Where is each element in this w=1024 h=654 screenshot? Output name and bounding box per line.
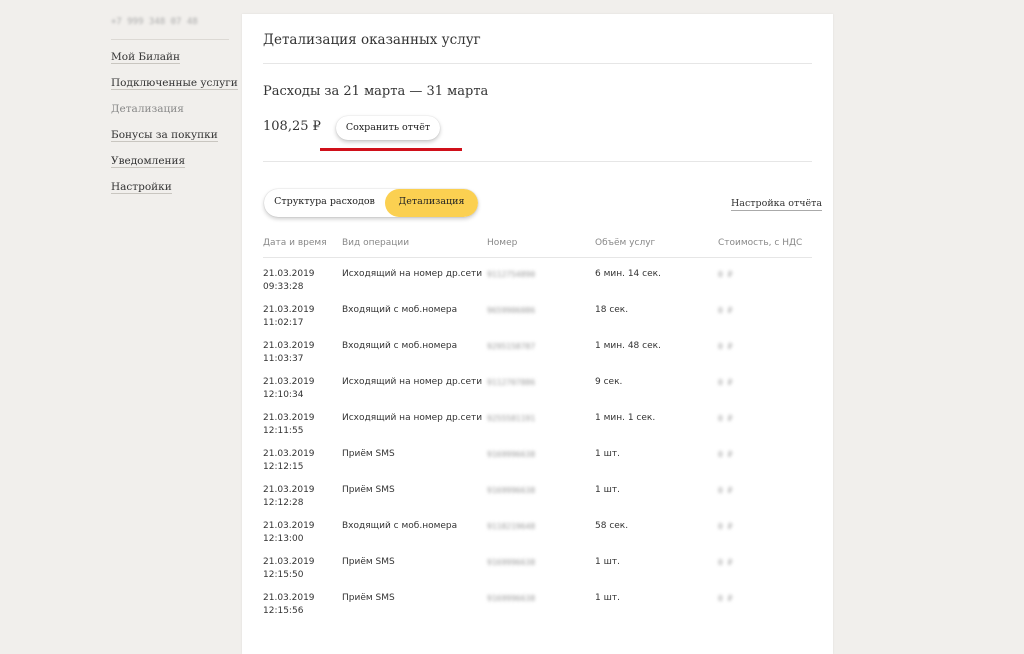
sidebar-item-services[interactable]: Подключенные услуги: [111, 74, 238, 92]
column-header-operation[interactable]: Вид операции: [342, 238, 409, 248]
row-cost: 0 ₽: [718, 522, 733, 531]
main-panel: Детализация оказанных услуг Расходы за 2…: [242, 14, 833, 654]
row-cost: 0 ₽: [718, 378, 733, 387]
row-time: 12:11:55: [263, 426, 304, 436]
page-title: Детализация оказанных услуг: [263, 32, 481, 48]
row-cost: 0 ₽: [718, 594, 733, 603]
row-number: 9169996638: [487, 594, 536, 603]
row-volume: 6 мин. 14 сек.: [595, 269, 661, 279]
row-cost: 0 ₽: [718, 450, 733, 459]
row-number: 9169996638: [487, 450, 536, 459]
save-report-button[interactable]: Сохранить отчёт: [336, 116, 440, 140]
sidebar-item-notifications[interactable]: Уведомления: [111, 152, 229, 170]
column-header-datetime[interactable]: Дата и время: [263, 238, 327, 248]
row-cost: 0 ₽: [718, 486, 733, 495]
row-number: 9169996638: [487, 558, 536, 567]
row-time: 11:03:37: [263, 354, 304, 364]
row-time: 12:12:28: [263, 498, 304, 508]
row-volume: 18 сек.: [595, 305, 629, 315]
row-cost: 0 ₽: [718, 342, 733, 351]
row-number: 9659906086: [487, 306, 536, 315]
row-operation: Входящий с моб.номера: [342, 341, 458, 351]
row-date: 21.03.2019: [263, 557, 315, 567]
row-date: 21.03.2019: [263, 521, 315, 531]
row-time: 12:12:15: [263, 462, 304, 472]
row-date: 21.03.2019: [263, 449, 315, 459]
row-date: 21.03.2019: [263, 269, 315, 279]
row-operation: Приём SMS: [342, 593, 395, 603]
row-operation: Приём SMS: [342, 449, 395, 459]
column-header-volume[interactable]: Объём услуг: [595, 238, 655, 248]
sidebar-item-bonuses[interactable]: Бонусы за покупки: [111, 126, 229, 144]
table-row: 21.03.2019 12:15:56 Приём SMS 9169996638 …: [263, 592, 812, 628]
period-heading: Расходы за 21 марта — 31 марта: [263, 84, 489, 99]
row-volume: 9 сек.: [595, 377, 623, 387]
row-date: 21.03.2019: [263, 377, 315, 387]
row-volume: 1 шт.: [595, 449, 620, 459]
row-cost: 0 ₽: [718, 270, 733, 279]
row-time: 09:33:28: [263, 282, 304, 292]
table-row: 21.03.2019 11:02:17 Входящий с моб.номера…: [263, 304, 812, 340]
table-row: 21.03.2019 12:12:15 Приём SMS 9169996638 …: [263, 448, 812, 484]
row-date: 21.03.2019: [263, 485, 315, 495]
row-number: 9169996638: [487, 486, 536, 495]
row-operation: Приём SMS: [342, 485, 395, 495]
highlight-underline: [320, 148, 462, 151]
row-volume: 1 шт.: [595, 485, 620, 495]
tab-expense-structure[interactable]: Структура расходов: [264, 189, 385, 217]
sidebar-item-my-beeline[interactable]: Мой Билайн: [111, 48, 229, 66]
row-cost: 0 ₽: [718, 414, 733, 423]
row-number: 9255581191: [487, 414, 536, 423]
details-table-body: 21.03.2019 09:33:28 Исходящий на номер др…: [263, 268, 812, 628]
row-time: 12:15:56: [263, 606, 304, 616]
row-operation: Входящий с моб.номера: [342, 305, 458, 315]
divider: [263, 161, 812, 162]
row-time: 12:10:34: [263, 390, 304, 400]
row-number: 9112754890: [487, 270, 536, 279]
account-phone: +7 999 348 07 48: [111, 17, 198, 27]
table-row: 21.03.2019 12:13:00 Входящий с моб.номера…: [263, 520, 812, 556]
column-header-cost[interactable]: Стоимость, с НДС: [718, 238, 802, 248]
row-number: 9112707886: [487, 378, 536, 387]
row-operation: Исходящий на номер др.сети: [342, 269, 483, 279]
divider: [263, 63, 812, 64]
sidebar-item-details: Детализация: [111, 103, 184, 115]
row-cost: 0 ₽: [718, 306, 733, 315]
row-time: 11:02:17: [263, 318, 304, 328]
sidebar-divider: [111, 39, 229, 40]
total-amount: 108,25 ₽: [263, 119, 321, 134]
row-operation: Входящий с моб.номера: [342, 521, 458, 531]
report-settings-link[interactable]: Настройка отчёта: [731, 197, 823, 211]
table-row: 21.03.2019 09:33:28 Исходящий на номер др…: [263, 268, 812, 304]
row-operation: Приём SMS: [342, 557, 395, 567]
row-date: 21.03.2019: [263, 305, 315, 315]
row-volume: 1 мин. 48 сек.: [595, 341, 661, 351]
view-switch: Структура расходов Детализация: [264, 189, 478, 217]
table-row: 21.03.2019 12:11:55 Исходящий на номер др…: [263, 412, 812, 448]
row-cost: 0 ₽: [718, 558, 733, 567]
table-row: 21.03.2019 12:12:28 Приём SMS 9169996638 …: [263, 484, 812, 520]
sidebar-item-settings[interactable]: Настройки: [111, 178, 229, 196]
table-row: 21.03.2019 12:10:34 Исходящий на номер др…: [263, 376, 812, 412]
table-row: 21.03.2019 12:15:50 Приём SMS 9169996638 …: [263, 556, 812, 592]
row-operation: Исходящий на номер др.сети: [342, 377, 483, 387]
column-header-number[interactable]: Номер: [487, 238, 517, 248]
row-number: 9295158787: [487, 342, 536, 351]
row-volume: 1 шт.: [595, 593, 620, 603]
row-volume: 1 шт.: [595, 557, 620, 567]
details-table-header: Дата и время Вид операции Номер Объём ус…: [263, 236, 812, 256]
table-row: 21.03.2019 11:03:37 Входящий с моб.номера…: [263, 340, 812, 376]
sidebar: +7 999 348 07 48 Мой Билайн Подключенные…: [111, 14, 238, 196]
row-volume: 58 сек.: [595, 521, 629, 531]
table-header-divider: [263, 257, 812, 258]
row-volume: 1 мин. 1 сек.: [595, 413, 656, 423]
row-date: 21.03.2019: [263, 413, 315, 423]
row-time: 12:15:50: [263, 570, 304, 580]
row-operation: Исходящий на номер др.сети: [342, 413, 483, 423]
row-date: 21.03.2019: [263, 593, 315, 603]
row-number: 9118219648: [487, 522, 536, 531]
tab-details[interactable]: Детализация: [385, 189, 478, 217]
row-date: 21.03.2019: [263, 341, 315, 351]
row-time: 12:13:00: [263, 534, 304, 544]
